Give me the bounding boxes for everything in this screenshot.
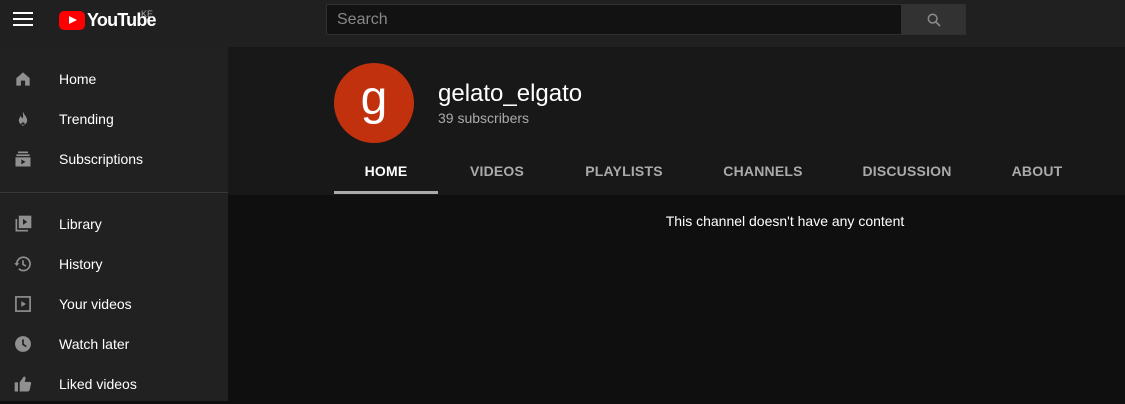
home-icon <box>13 69 33 89</box>
tab-videos[interactable]: VIDEOS <box>458 147 536 195</box>
search-input[interactable] <box>326 4 902 35</box>
country-code: KE <box>141 9 154 19</box>
avatar[interactable]: g <box>334 63 414 143</box>
sidebar-item-library[interactable]: Library <box>0 204 228 244</box>
sidebar-item-watch-later[interactable]: Watch later <box>0 324 228 364</box>
play-logo-icon <box>59 10 85 30</box>
menu-icon[interactable] <box>13 12 33 28</box>
active-tab-indicator <box>334 191 438 194</box>
tab-playlists[interactable]: PLAYLISTS <box>574 147 674 195</box>
sidebar-item-label: Your videos <box>59 296 132 312</box>
video-icon <box>13 294 33 314</box>
subscriber-count: 39 subscribers <box>438 110 530 126</box>
sidebar-item-subscriptions[interactable]: Subscriptions <box>0 139 228 179</box>
sidebar-item-label: History <box>59 256 103 272</box>
tab-discussion[interactable]: DISCUSSION <box>852 147 962 195</box>
clock-icon <box>13 334 33 354</box>
sidebar-item-label: Library <box>59 216 102 232</box>
search-button[interactable] <box>901 4 966 35</box>
sidebar-item-home[interactable]: Home <box>0 59 228 99</box>
sidebar-item-trending[interactable]: Trending <box>0 99 228 139</box>
thumbs-up-icon <box>13 374 33 394</box>
top-bar: YouTube KE <box>0 0 1125 47</box>
sidebar-item-label: Trending <box>59 111 114 127</box>
empty-content-message: This channel doesn't have any content <box>665 213 905 229</box>
sidebar-item-label: Watch later <box>59 336 130 352</box>
flame-icon <box>13 109 33 129</box>
sidebar-item-label: Subscriptions <box>59 151 144 167</box>
library-icon <box>13 214 33 234</box>
tab-about[interactable]: ABOUT <box>1000 147 1074 195</box>
channel-header: g gelato_elgato 39 subscribers HOME VIDE… <box>228 47 1125 195</box>
sidebar-item-label: Home <box>59 71 97 87</box>
channel-content: This channel doesn't have any content <box>228 195 1125 401</box>
tab-channels[interactable]: CHANNELS <box>712 147 814 195</box>
sidebar: Home Trending Subscriptions Library Hist… <box>0 47 228 401</box>
sidebar-item-your-videos[interactable]: Your videos <box>0 284 228 324</box>
history-icon <box>13 254 33 274</box>
sidebar-item-history[interactable]: History <box>0 244 228 284</box>
search-icon <box>927 13 941 27</box>
sidebar-item-liked-videos[interactable]: Liked videos <box>0 364 228 404</box>
subscriptions-icon <box>13 149 33 169</box>
channel-name: gelato_elgato <box>438 80 583 107</box>
sidebar-divider <box>0 192 228 193</box>
tab-home[interactable]: HOME <box>334 147 438 195</box>
sidebar-item-label: Liked videos <box>59 376 137 392</box>
